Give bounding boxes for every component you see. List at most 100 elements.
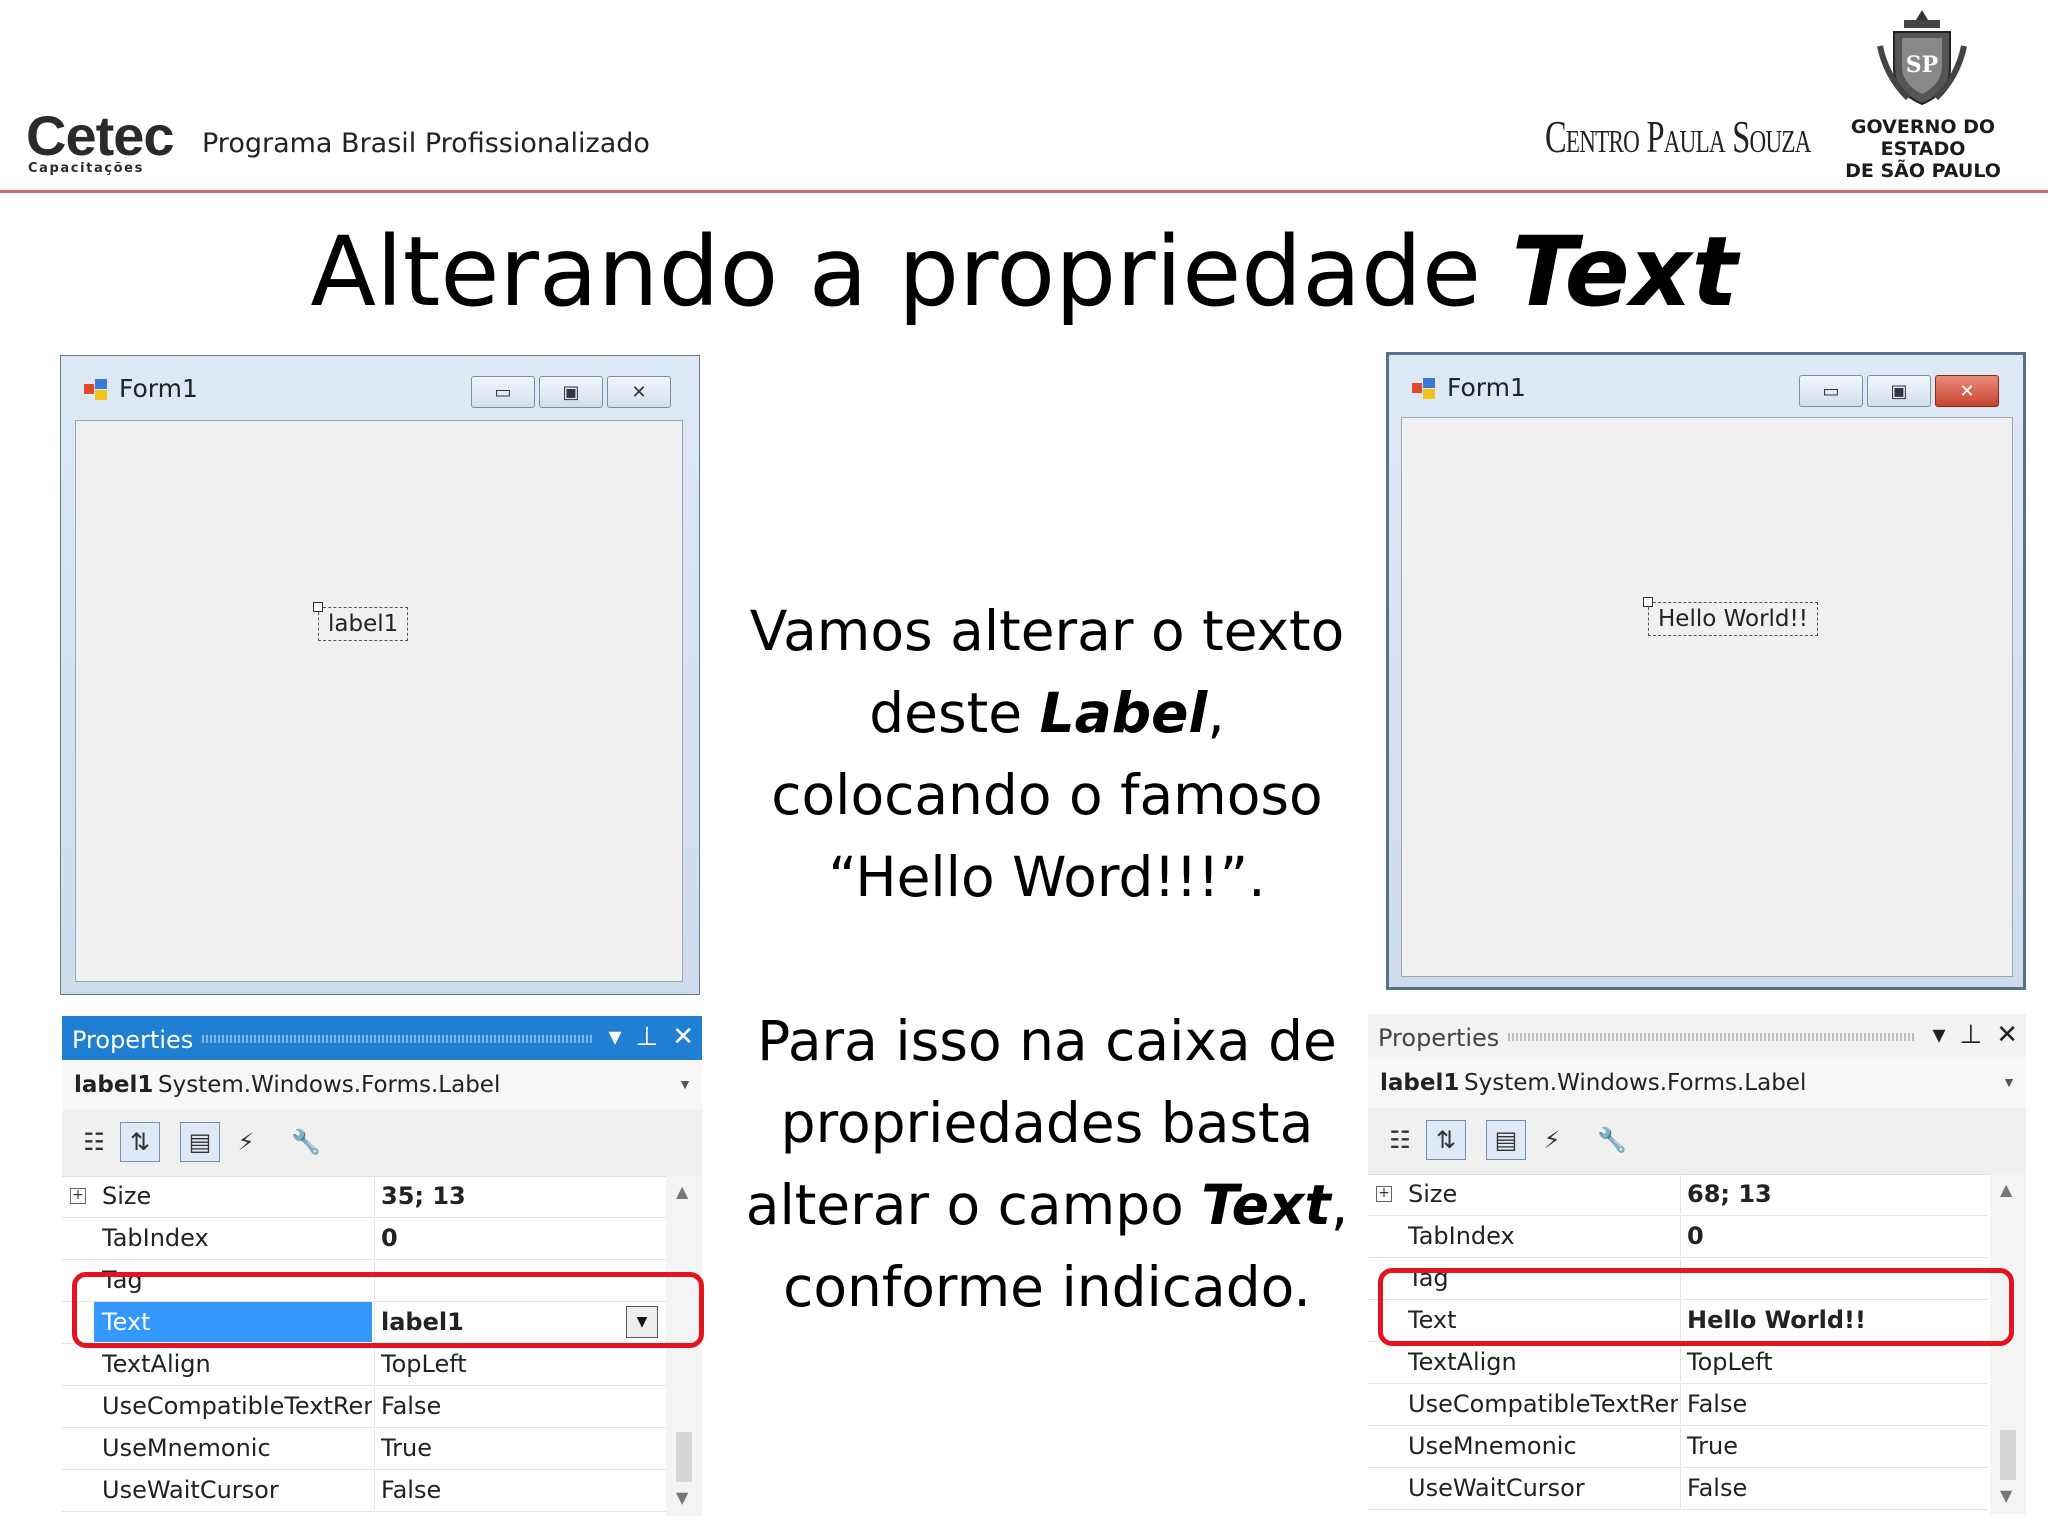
close-icon[interactable]: ✕ [1996,1020,2018,1050]
property-row-usewaitcursor[interactable]: UseWaitCursor False [1368,1468,1988,1510]
government-line-2: DE SÃO PAULO [1845,160,2001,182]
sao-paulo-crest-icon: SP [1877,10,1967,106]
properties-page-icon[interactable]: ▤ [180,1122,220,1162]
properties-toolbar: ☷ ⇅ ▤ ⚡ 🔧 [1368,1108,2026,1175]
form-icon [84,379,107,400]
scroll-up-icon[interactable]: ▲ [676,1182,688,1201]
p2-line-2: propriedades basta [780,1091,1314,1155]
government-label: GOVERNO DO ESTADO DE SÃO PAULO [1812,116,2034,182]
p2-line-4: conforme indicado. [783,1255,1311,1319]
header-divider [0,190,2048,193]
object-name: label1 [1380,1070,1460,1096]
scroll-up-icon[interactable]: ▲ [2000,1180,2012,1199]
property-row-usecompatibletextrendering[interactable]: UseCompatibleTextRen False [1368,1384,1988,1426]
slide: Cetec Capacitações Programa Brasil Profi… [0,0,2048,1536]
property-row-size[interactable]: + Size 68; 13 [1368,1174,1988,1216]
object-type: System.Windows.Forms.Label [1464,1070,1807,1096]
property-row-usemnemonic[interactable]: UseMnemonic True [1368,1426,1988,1468]
crest-lettering: SP [1906,52,1938,78]
properties-header[interactable]: Properties ▾ ⊥ ✕ [1368,1014,2026,1059]
expand-icon[interactable]: + [70,1188,86,1204]
property-pages-wrench-icon: 🔧 [1597,1126,1627,1154]
drag-grip[interactable] [202,1035,592,1043]
property-row-textalign[interactable]: TextAlign TopLeft [62,1344,666,1386]
label-control-text: Hello World!! [1658,606,1808,632]
drag-grip[interactable] [1508,1033,1916,1041]
cetec-logo: Cetec [26,104,175,167]
slide-title-emphasis: Text [1511,216,1738,328]
property-row-tabindex[interactable]: TabIndex 0 [1368,1216,1988,1258]
p1-line-1: Vamos alterar o texto [749,599,1345,663]
alphabetical-icon[interactable]: ⇅ [120,1122,160,1162]
events-lightning-icon[interactable]: ⚡ [1532,1120,1572,1160]
chevron-down-icon[interactable]: ▼ [2002,1074,2016,1090]
centro-paula-souza-logo: Centro Paula Souza [1545,112,1811,162]
chevron-down-icon[interactable]: ▼ [678,1076,692,1092]
object-selector[interactable]: label1 System.Windows.Forms.Label ▼ [62,1060,702,1110]
text-property-highlight-before [72,1272,704,1348]
explanation-paragraph-1: Vamos alterar o texto deste Label, coloc… [722,590,1372,918]
label-control-text: label1 [328,611,399,637]
categorized-icon[interactable]: ☷ [1380,1120,1420,1160]
properties-toolbar: ☷ ⇅ ▤ ⚡ 🔧 [62,1110,702,1177]
properties-page-icon[interactable]: ▤ [1486,1120,1526,1160]
p1-line-2: deste Label, [869,681,1225,745]
slide-title: Alterando a propriedade Text [0,212,2048,332]
resize-handle-icon[interactable] [1643,597,1653,607]
p1-line-4: “Hello Word!!!”. [828,845,1266,909]
pin-icon[interactable]: ⊥ [636,1022,659,1052]
dropdown-arrow-icon[interactable]: ▾ [608,1022,621,1052]
resize-handle-icon[interactable] [313,602,323,612]
explanation-paragraph-2: Para isso na caixa de propriedades basta… [722,1000,1372,1328]
maximize-button[interactable]: ▣ [539,376,603,408]
dropdown-arrow-icon[interactable]: ▾ [1932,1020,1945,1050]
property-row-textalign[interactable]: TextAlign TopLeft [1368,1342,1988,1384]
property-row-usemnemonic[interactable]: UseMnemonic True [62,1428,666,1470]
form-client-area[interactable]: label1 [75,420,683,982]
label-control[interactable]: Hello World!! [1643,597,1818,636]
form-window-after: Form1 ▭ ▣ ✕ Hello World!! [1386,352,2026,990]
caption-buttons: ▭ ▣ ✕ [1799,375,1999,407]
maximize-button[interactable]: ▣ [1867,375,1931,407]
slide-title-prefix: Alterando a propriedade [310,216,1512,328]
text-property-highlight-after [1378,1268,2014,1346]
program-name: Programa Brasil Profissionalizado [202,128,650,159]
scroll-down-icon[interactable]: ▼ [676,1488,688,1507]
properties-header[interactable]: Properties ▾ ⊥ ✕ [62,1016,702,1060]
property-row-size[interactable]: + Size 35; 13 [62,1176,666,1218]
expand-icon[interactable]: + [1376,1186,1392,1202]
form-title: Form1 [1447,373,1526,402]
scroll-down-icon[interactable]: ▼ [2000,1486,2012,1505]
property-row-usewaitcursor[interactable]: UseWaitCursor False [62,1470,666,1512]
properties-panel-after: Properties ▾ ⊥ ✕ label1 System.Windows.F… [1368,1014,2026,1514]
close-button[interactable]: ✕ [1935,375,1999,407]
alphabetical-icon[interactable]: ⇅ [1426,1120,1466,1160]
p2-line-1: Para isso na caixa de [757,1009,1337,1073]
minimize-button[interactable]: ▭ [471,376,535,408]
form-icon [1412,378,1435,399]
caption-buttons: ▭ ▣ ✕ [471,376,671,408]
form-title: Form1 [119,374,198,403]
label-control[interactable]: label1 [313,602,409,641]
property-row-usecompatibletextrendering[interactable]: UseCompatibleTextRen False [62,1386,666,1428]
scroll-thumb[interactable] [2000,1430,2016,1480]
object-type: System.Windows.Forms.Label [158,1072,501,1098]
government-line-1: GOVERNO DO ESTADO [1850,116,1996,160]
p2-line-3: alterar o campo Text, [745,1173,1349,1237]
close-icon[interactable]: ✕ [672,1022,694,1052]
events-lightning-icon[interactable]: ⚡ [226,1122,266,1162]
object-name: label1 [74,1072,154,1098]
cetec-logo-subtitle: Capacitações [28,161,144,176]
form-window-before: Form1 ▭ ▣ ✕ label1 [60,355,700,995]
property-pages-wrench-icon: 🔧 [291,1128,321,1156]
categorized-icon[interactable]: ☷ [74,1122,114,1162]
form-client-area[interactable]: Hello World!! [1401,417,2013,977]
properties-panel-before: Properties ▾ ⊥ ✕ label1 System.Windows.F… [62,1016,702,1516]
p1-line-3: colocando o famoso [771,763,1323,827]
close-button[interactable]: ✕ [607,376,671,408]
scroll-thumb[interactable] [676,1432,692,1482]
minimize-button[interactable]: ▭ [1799,375,1863,407]
object-selector[interactable]: label1 System.Windows.Forms.Label ▼ [1368,1058,2026,1108]
pin-icon[interactable]: ⊥ [1960,1020,1983,1050]
property-row-tabindex[interactable]: TabIndex 0 [62,1218,666,1260]
